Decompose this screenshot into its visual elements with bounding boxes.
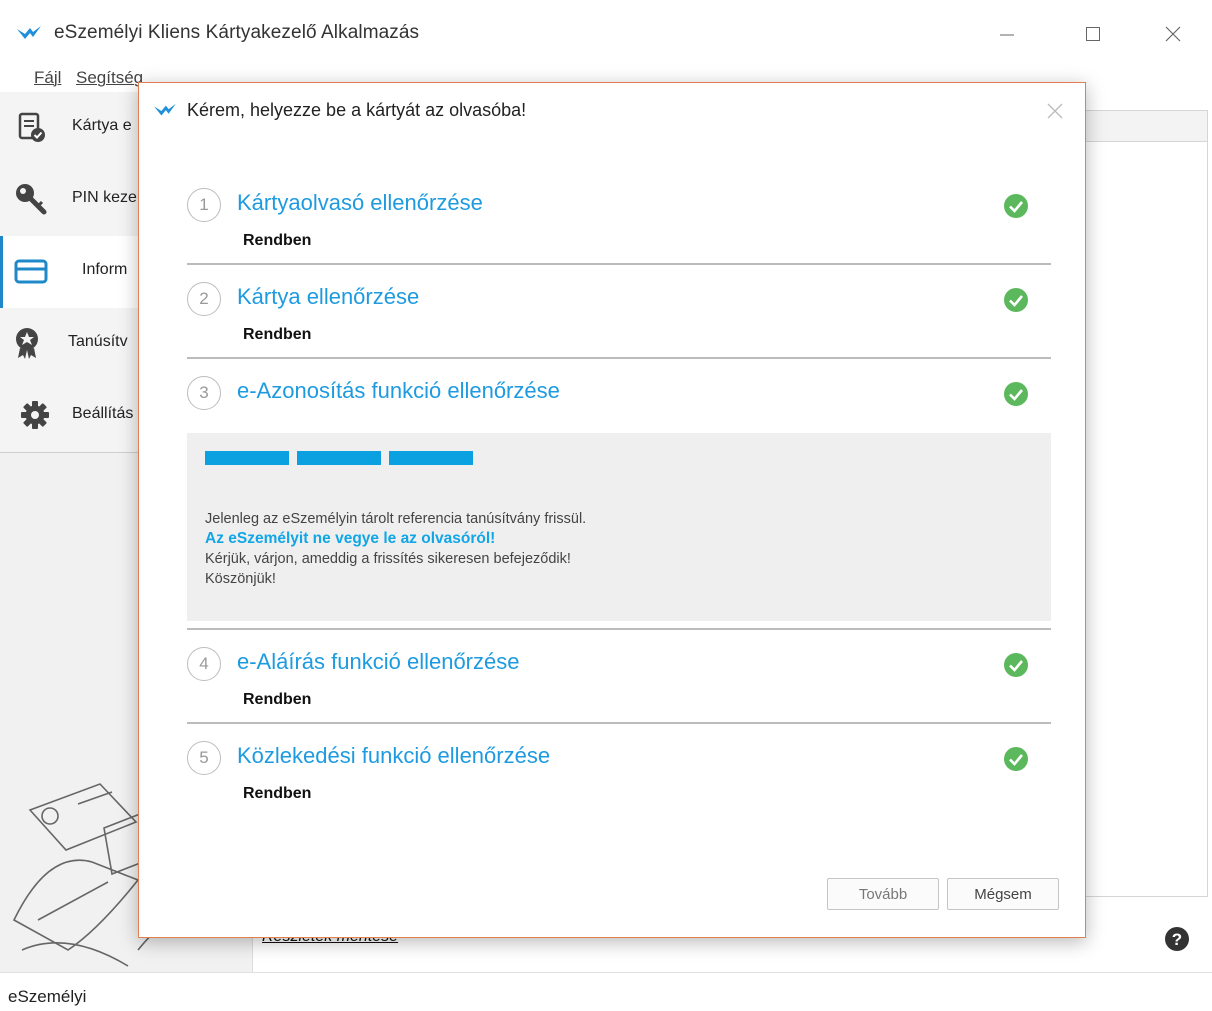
sidebar-item-label: Kártya e [72,117,132,134]
sidebar-item-label: Beállítás [72,405,134,422]
app-logo-icon [17,26,41,39]
step-title: e-Azonosítás funkció ellenőrzése [237,378,560,403]
step-divider [187,722,1051,724]
sidebar-item-label: Inform [82,261,128,278]
status-bar: eSzemélyi [0,972,1212,1011]
window-title: eSzemélyi Kliens Kártyakezelő Alkalmazás [54,22,420,43]
step-number: 2 [187,282,221,316]
sidebar-item-label: Tanúsítv [68,333,128,350]
content-header [1080,110,1208,142]
insert-card-dialog: Kérem, helyezze be a kártyát az olvasóba… [138,82,1086,938]
close-icon [1165,26,1181,42]
update-info-text: Jelenleg az eSzemélyin tárolt referencia… [205,511,587,527]
step-divider [187,263,1051,265]
step-divider [187,357,1051,359]
status-text: eSzemélyi [8,987,87,1006]
step-number: 1 [187,188,221,222]
content-panel [1080,140,1208,897]
next-button[interactable]: Tovább [827,878,939,910]
success-check-icon [1004,653,1028,677]
app-logo-icon [154,103,176,116]
step-number: 4 [187,647,221,681]
gear-icon [21,401,49,429]
card-icon [14,259,48,284]
help-icon[interactable]: ? [1164,926,1190,952]
progress-segment [297,451,381,465]
step-status: Rendben [243,326,312,343]
step-number: 3 [187,376,221,410]
maximize-icon [1086,27,1100,41]
card-check-icon [18,112,45,142]
step-title: e-Aláírás funkció ellenőrzése [237,649,520,674]
dialog-close-icon[interactable] [1043,99,1067,123]
step-status: Rendben [243,691,312,708]
step-title: Közlekedési funkció ellenőrzése [237,743,551,768]
step-title: Kártyaolvasó ellenőrzése [237,190,483,215]
menu-file[interactable]: Fájl [34,68,61,88]
title-bar: eSzemélyi Kliens Kártyakezelő Alkalmazás [0,0,1212,66]
svg-text:?: ? [1172,930,1182,949]
maximize-button[interactable] [1070,14,1116,54]
wait-message: Kérjük, várjon, ameddig a frissítés sike… [205,551,571,567]
minimize-icon [1000,34,1014,36]
menu-help[interactable]: Segítség [76,68,143,88]
update-progress-panel: Jelenleg az eSzemélyin tárolt referencia… [187,433,1051,621]
certificate-badge-icon [16,328,38,359]
progress-segment [205,451,289,465]
success-check-icon [1004,288,1028,312]
success-check-icon [1004,382,1028,406]
step-status: Rendben [243,785,312,802]
success-check-icon [1004,747,1028,771]
minimize-button[interactable] [984,14,1030,54]
do-not-remove-warning: Az eSzemélyit ne vegye le az olvasóról! [205,530,496,547]
key-icon [16,184,47,215]
step-divider [187,628,1051,630]
step-title: Kártya ellenőrzése [237,284,420,309]
success-check-icon [1004,194,1028,218]
step-number: 5 [187,741,221,775]
step-status: Rendben [243,232,312,249]
cancel-button[interactable]: Mégsem [947,878,1059,910]
close-window-button[interactable] [1150,14,1196,54]
progress-segment [389,451,473,465]
sidebar-item-label: PIN keze [72,189,137,206]
thanks-message: Köszönjük! [205,571,276,587]
dialog-title: Kérem, helyezze be a kártyát az olvasóba… [187,100,527,120]
